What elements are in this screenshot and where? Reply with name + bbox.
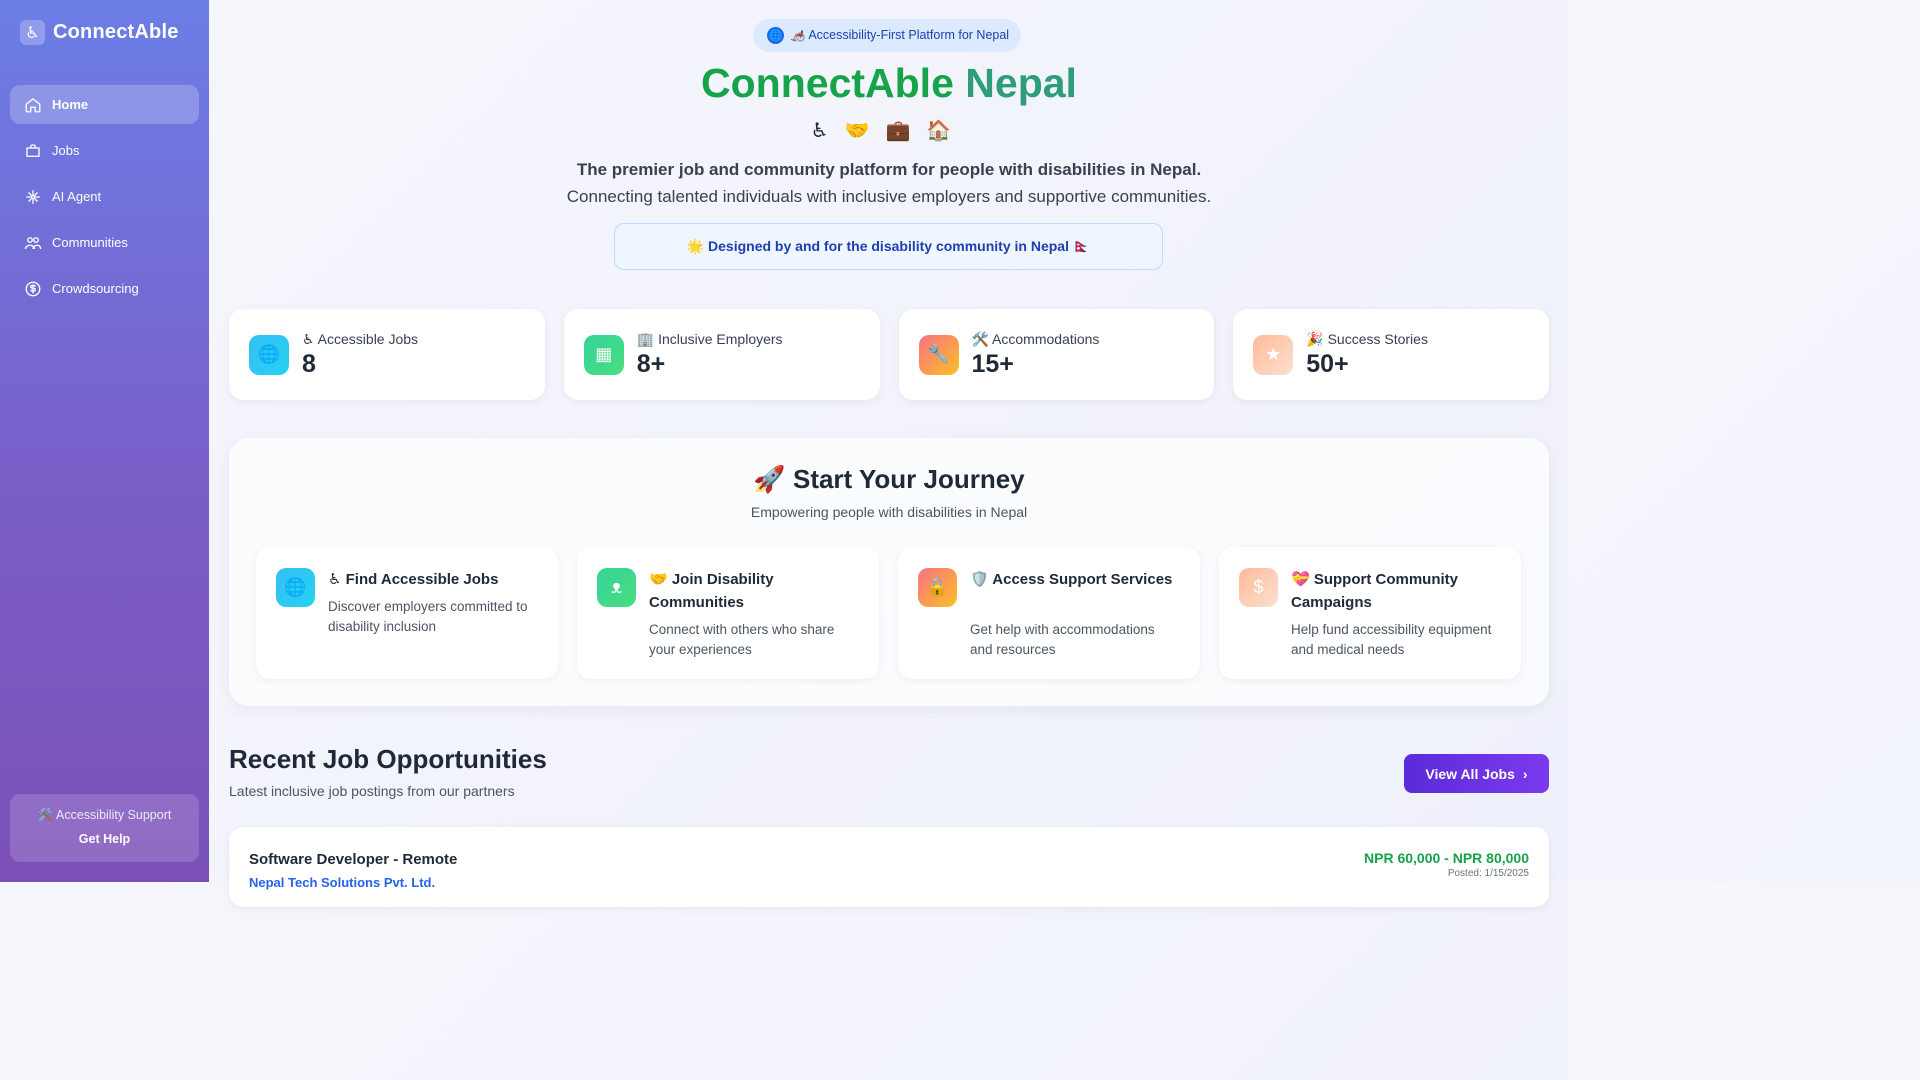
stat-label: 🛠️ Accommodations <box>971 330 1100 347</box>
home-icon <box>25 97 41 112</box>
wrench-icon: 🔧 <box>918 334 959 375</box>
platform-pill: 🌐 🦽 Accessibility-First Platform for Nep… <box>753 19 1022 52</box>
journey-subtitle: Empowering people with disabilities in N… <box>750 504 1028 520</box>
sidebar-item-label: Home <box>52 97 89 112</box>
job-company[interactable]: Nepal Tech Solutions Pvt. Ltd. <box>249 875 435 890</box>
wheelchair-logo-icon: ♿ <box>20 20 45 45</box>
stat-label: 🏢 Inclusive Employers <box>636 330 783 347</box>
recent-jobs-subtitle: Latest inclusive job postings from our p… <box>229 783 515 799</box>
sidebar-item-label: Jobs <box>52 143 80 158</box>
ai-agent-icon <box>26 189 40 204</box>
journey-card-communities[interactable]: ᴥ 🤝 Join Disability Communities Connect … <box>577 547 879 679</box>
journey-card-desc: Get help with accommodations and resourc… <box>970 622 1155 657</box>
star-icon: ★ <box>1253 334 1294 375</box>
stats-row: 🌐 ♿ Accessible Jobs 8 ▦ 🏢 Inclusive Empl… <box>229 309 1549 400</box>
journey-card-title: ♿ Find Accessible Jobs <box>328 571 499 588</box>
sidebar-item-jobs[interactable]: Jobs <box>10 131 199 170</box>
stat-card-accessible-jobs: 🌐 ♿ Accessible Jobs 8 <box>229 309 545 400</box>
globe-icon: 🌐 <box>249 334 289 375</box>
emoji-row: ♿🤝💼🏠 <box>810 120 968 142</box>
people-icon <box>24 236 42 249</box>
globe-icon: 🌐 <box>276 568 315 607</box>
hero-subtitle-bold: The premier job and community platform f… <box>576 160 1202 179</box>
journey-card-campaigns[interactable]: $ 💝 Support Community Campaigns Help fun… <box>1219 547 1521 679</box>
support-title: 🛠️ Accessibility Support <box>37 808 172 822</box>
globe-icon: 🌐 <box>767 27 784 44</box>
building-icon: ▦ <box>583 334 624 375</box>
sidebar-item-label: AI Agent <box>52 189 102 204</box>
stat-card-inclusive-employers: ▦ 🏢 Inclusive Employers 8+ <box>563 309 880 400</box>
journey-card-find-jobs[interactable]: 🌐 ♿ Find Accessible Jobs Discover employ… <box>256 547 558 679</box>
title-part-2: Nepal <box>965 60 1077 106</box>
journey-cards: 🌐 ♿ Find Accessible Jobs Discover employ… <box>256 547 1521 679</box>
sidebar-item-communities[interactable]: Communities <box>10 223 199 262</box>
stat-value: 8+ <box>636 349 666 378</box>
journey-card-title: 💝 Support Community Campaigns <box>1291 571 1458 611</box>
hero-subtitle: Connecting talented individuals with inc… <box>566 187 1212 206</box>
chevron-right-icon: › <box>1522 765 1528 782</box>
journey-card-title: 🛡️ Access Support Services <box>970 571 1173 588</box>
pill-label: 🦽 Accessibility-First Platform for Nepal <box>790 28 1010 42</box>
view-all-jobs-button[interactable]: View All Jobs › <box>1404 754 1549 793</box>
sidebar-item-label: Crowdsourcing <box>52 281 139 296</box>
shield-icon: 🔒 <box>918 568 957 607</box>
people-icon: ᴥ <box>597 568 636 607</box>
job-posted-date: Posted: 1/15/2025 <box>1447 868 1529 879</box>
job-title: Software Developer - Remote <box>249 851 458 868</box>
sidebar-item-ai-agent[interactable]: AI Agent <box>10 177 199 216</box>
brand[interactable]: ♿ ConnectAble <box>20 20 179 45</box>
sidebar-item-crowdsourcing[interactable]: Crowdsourcing <box>10 269 199 308</box>
sidebar-item-label: Communities <box>52 235 128 250</box>
journey-title: 🚀 Start Your Journey <box>753 464 1025 494</box>
designed-banner: 🌟 Designed by and for the disability com… <box>614 223 1163 270</box>
stat-label: 🎉 Success Stories <box>1306 330 1428 347</box>
title-part-1: ConnectAble <box>701 60 954 106</box>
journey-card-title: 🤝 Join Disability Communities <box>649 571 774 611</box>
brand-name: ConnectAble <box>53 21 179 43</box>
recent-jobs-title: Recent Job Opportunities <box>229 744 547 774</box>
stat-value: 8 <box>302 349 316 378</box>
sidebar-nav: Home Jobs AI Agent Communities Crowdsour… <box>10 85 199 315</box>
journey-section: 🚀 Start Your Journey Empowering people w… <box>229 438 1549 706</box>
sidebar: ♿ ConnectAble Home Jobs AI Agent Communi… <box>0 0 209 882</box>
journey-card-support[interactable]: 🔒 🛡️ Access Support Services Get help wi… <box>898 547 1200 679</box>
view-all-label: View All Jobs <box>1425 765 1515 782</box>
journey-card-desc: Discover employers committed to disabili… <box>328 599 528 634</box>
briefcase-icon <box>26 143 40 157</box>
dollar-icon <box>25 281 41 296</box>
accessibility-support-box: 🛠️ Accessibility Support Get Help <box>10 794 199 862</box>
stat-value: 50+ <box>1306 349 1349 378</box>
journey-card-desc: Help fund accessibility equipment and me… <box>1291 622 1492 657</box>
page-title: ConnectAble Nepal <box>229 60 1549 107</box>
get-help-link[interactable]: Get Help <box>10 832 199 846</box>
journey-card-desc: Connect with others who share your exper… <box>649 622 835 657</box>
dollar-icon: $ <box>1239 568 1278 607</box>
stat-card-accommodations: 🔧 🛠️ Accommodations 15+ <box>898 309 1215 400</box>
stat-card-success-stories: ★ 🎉 Success Stories 50+ <box>1233 309 1549 400</box>
job-card[interactable]: Software Developer - Remote Nepal Tech S… <box>229 827 1549 907</box>
stat-label: ♿ Accessible Jobs <box>302 330 419 347</box>
job-salary: NPR 60,000 - NPR 80,000 <box>1364 850 1529 866</box>
sidebar-item-home[interactable]: Home <box>10 85 199 124</box>
stat-value: 15+ <box>971 349 1014 378</box>
